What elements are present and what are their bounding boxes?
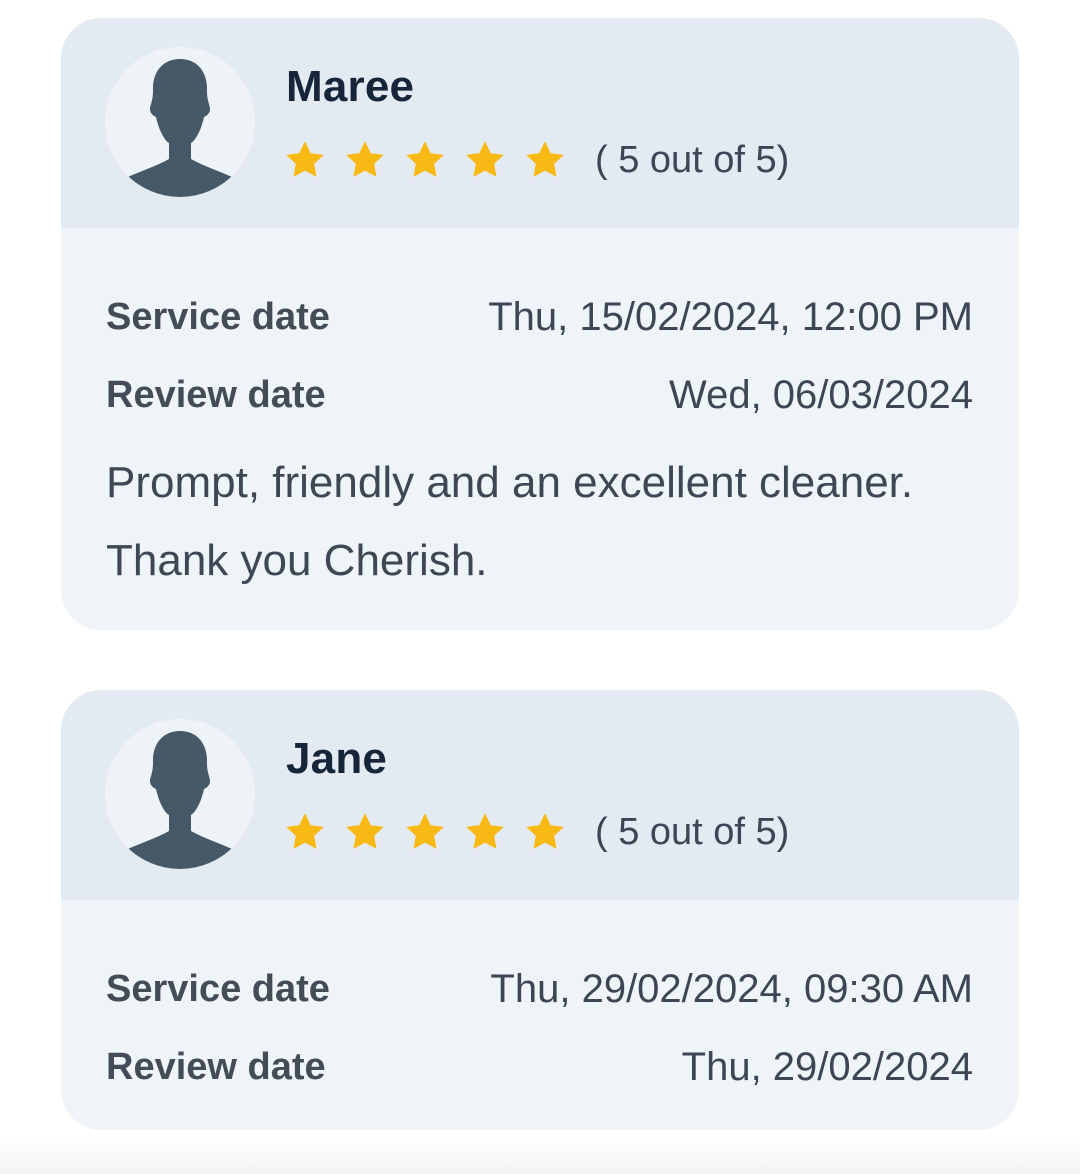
review-date-label: Review date (106, 1045, 326, 1088)
rating-text: ( 5 out of 5) (595, 810, 790, 853)
review-comment-line: Thank you Cherish. (106, 536, 488, 585)
review-date-label: Review date (106, 373, 326, 416)
service-date-value: Thu, 29/02/2024, 09:30 AM (490, 966, 973, 1011)
star-icon (343, 810, 387, 854)
reviewer-name: Maree (286, 62, 415, 111)
review-date-row: Review date Thu, 29/02/2024 (106, 1028, 973, 1106)
bottom-divider (0, 1140, 1080, 1174)
star-icon (403, 810, 447, 854)
star-icon (463, 810, 507, 854)
review-date-row: Review date Wed, 06/03/2024 (106, 356, 973, 434)
review-card-header: Jane ( 5 out of 5) (61, 690, 1019, 900)
review-card-body: Service date Thu, 15/02/2024, 12:00 PM R… (61, 278, 1019, 600)
star-icon (463, 138, 507, 182)
user-silhouette-icon (105, 719, 255, 869)
review-card-body: Service date Thu, 29/02/2024, 09:30 AM R… (61, 950, 1019, 1106)
reviews-page: Maree ( 5 out of 5) Service date Thu, 15… (0, 0, 1080, 1174)
service-date-row: Service date Thu, 29/02/2024, 09:30 AM (106, 950, 973, 1028)
review-card: Jane ( 5 out of 5) Service date Thu, 29/… (61, 690, 1019, 1130)
service-date-value: Thu, 15/02/2024, 12:00 PM (488, 294, 973, 339)
review-card: Maree ( 5 out of 5) Service date Thu, 15… (61, 18, 1019, 630)
service-date-label: Service date (106, 967, 330, 1010)
rating-text: ( 5 out of 5) (595, 138, 790, 181)
star-rating: ( 5 out of 5) (283, 135, 789, 185)
review-card-header: Maree ( 5 out of 5) (61, 18, 1019, 228)
star-rating: ( 5 out of 5) (283, 807, 789, 857)
star-icon (283, 810, 327, 854)
reviewer-name: Jane (286, 734, 388, 783)
star-icon (343, 138, 387, 182)
user-silhouette-icon (105, 47, 255, 197)
star-icon (403, 138, 447, 182)
service-date-label: Service date (106, 295, 330, 338)
review-date-value: Wed, 06/03/2024 (669, 372, 973, 417)
service-date-row: Service date Thu, 15/02/2024, 12:00 PM (106, 278, 973, 356)
review-date-value: Thu, 29/02/2024 (681, 1044, 973, 1089)
review-comment-line: Prompt, friendly and an excellent cleane… (106, 458, 914, 507)
star-icon (523, 138, 567, 182)
star-icon (283, 138, 327, 182)
star-icon (523, 810, 567, 854)
review-comment: Prompt, friendly and an excellent cleane… (106, 444, 973, 600)
